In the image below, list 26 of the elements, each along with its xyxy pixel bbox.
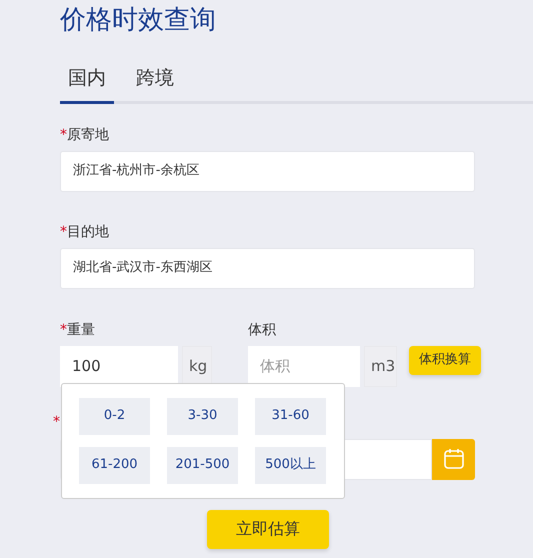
field-label: 体积: [248, 320, 277, 338]
calendar-icon: [442, 447, 466, 471]
tab[interactable]: 跨境: [128, 64, 182, 104]
required-mark: *: [60, 224, 67, 240]
estimate-button[interactable]: 立即估算: [207, 510, 329, 548]
unit-label: m3: [364, 346, 397, 386]
address-field[interactable]: 浙江省-杭州市-余杭区: [60, 150, 475, 192]
required-mark: *: [60, 322, 67, 338]
tab[interactable]: 国内: [60, 64, 114, 104]
required-mark: *: [60, 126, 67, 142]
field-label: 原寄地: [67, 126, 109, 142]
weight-option[interactable]: 61-200: [79, 446, 150, 484]
calendar-button[interactable]: [432, 438, 475, 480]
weight-option[interactable]: 500以上: [255, 446, 326, 484]
address-field[interactable]: 湖北省-武汉市-东西湖区: [60, 248, 475, 288]
volume-input[interactable]: 体积: [248, 346, 360, 386]
page-title: 价格时效查询: [60, 4, 217, 37]
volume-convert-button[interactable]: 体积换算: [409, 346, 481, 374]
required-mark: *: [53, 416, 60, 428]
weight-option[interactable]: 31-60: [255, 398, 326, 434]
field-label: 重量: [67, 322, 95, 338]
weight-option[interactable]: 201-500: [167, 446, 238, 484]
weight-option[interactable]: 0-2: [79, 398, 150, 434]
weight-option[interactable]: 3-30: [167, 398, 238, 434]
weight-input[interactable]: 100: [60, 346, 178, 386]
field-label: 目的地: [67, 224, 109, 240]
